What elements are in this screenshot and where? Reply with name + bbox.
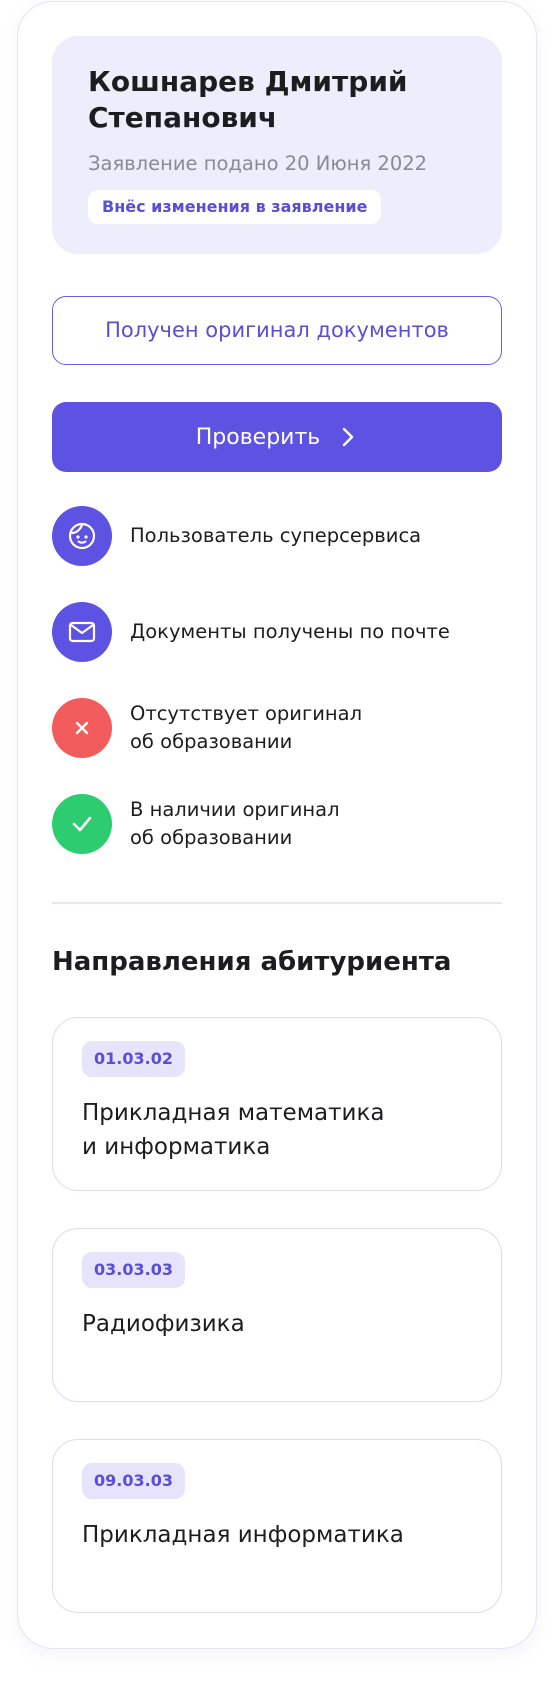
status-badge: Внёс изменения в заявление bbox=[88, 190, 382, 224]
applicant-header: Кошнарев Дмитрий Степанович Заявление по… bbox=[52, 36, 502, 254]
check-icon bbox=[52, 794, 112, 854]
legend-item-original-present: В наличии оригинал об образовании bbox=[52, 794, 502, 854]
program-code-badge: 09.03.03 bbox=[82, 1463, 185, 1499]
applicant-name: Кошнарев Дмитрий Степанович bbox=[88, 65, 408, 134]
chevron-right-icon bbox=[343, 427, 354, 447]
legend-item-mail-documents: Документы получены по почте bbox=[52, 602, 502, 662]
legend-item-original-missing: Отсутствует оригинал об образовании bbox=[52, 698, 502, 758]
program-code-badge: 01.03.02 bbox=[82, 1041, 185, 1077]
program-name: Радиофизика bbox=[82, 1311, 245, 1337]
program-code-badge: 03.03.03 bbox=[82, 1252, 185, 1288]
program-card[interactable]: 09.03.03 Прикладная информатика bbox=[52, 1439, 502, 1613]
legend-item-superservice-user: Пользователь суперсервиса bbox=[52, 506, 502, 566]
mail-envelope-icon bbox=[52, 602, 112, 662]
legend-label: Документы получены по почте bbox=[130, 620, 450, 643]
legend-label: В наличии оригинал об образовании bbox=[130, 798, 340, 849]
smiley-face-icon bbox=[52, 506, 112, 566]
cross-icon bbox=[52, 698, 112, 758]
program-name: Прикладная математика и информатика bbox=[82, 1100, 385, 1160]
check-button[interactable]: Проверить bbox=[52, 402, 502, 472]
check-button-label: Проверить bbox=[195, 424, 321, 450]
program-card[interactable]: 01.03.02 Прикладная математика и информа… bbox=[52, 1017, 502, 1191]
divider bbox=[52, 902, 502, 904]
legend-label: Пользователь суперсервиса bbox=[130, 524, 422, 547]
program-card[interactable]: 03.03.03 Радиофизика bbox=[52, 1228, 502, 1402]
program-name: Прикладная информатика bbox=[82, 1522, 404, 1548]
legend-label: Отсутствует оригинал об образовании bbox=[130, 702, 363, 753]
original-received-button[interactable]: Получен оригинал документов bbox=[52, 296, 502, 365]
application-date: Заявление подано 20 Июня 2022 bbox=[88, 152, 428, 175]
section-title: Направления абитуриента bbox=[52, 947, 452, 977]
